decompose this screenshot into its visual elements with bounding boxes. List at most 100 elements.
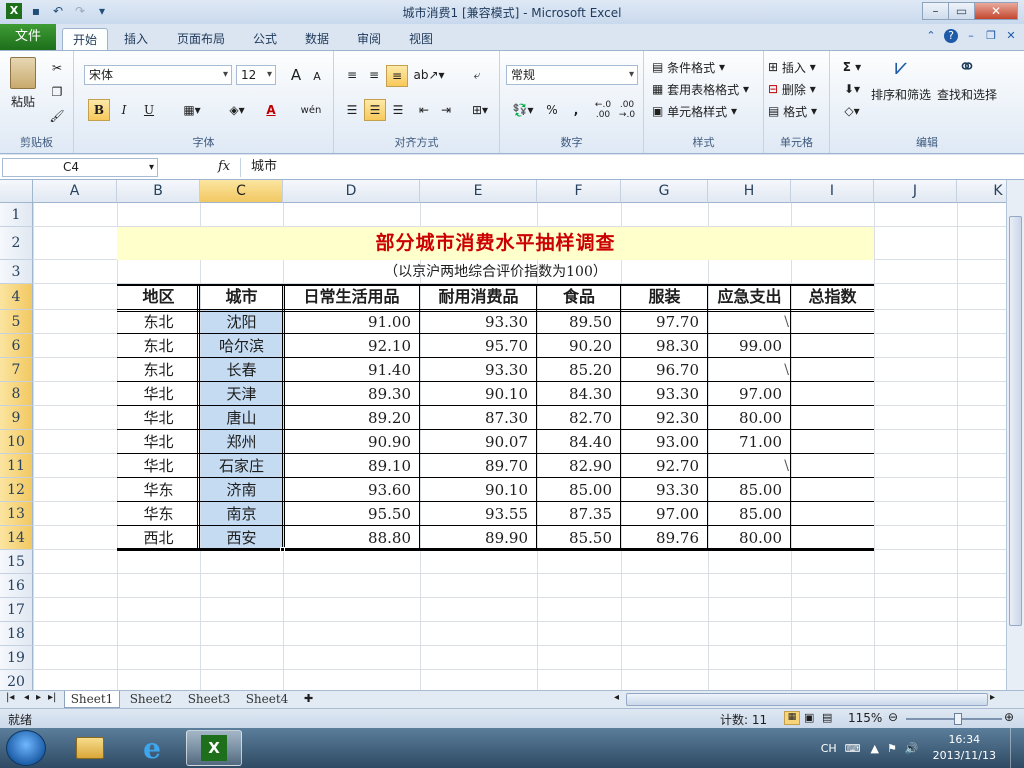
row-header-16[interactable]: 16 xyxy=(0,574,33,598)
merge-center-icon[interactable]: ⊞▾ xyxy=(466,99,494,121)
tab-file[interactable]: 文件 xyxy=(0,24,56,50)
table-cell[interactable]: 85.50 xyxy=(537,526,621,550)
column-header-k[interactable]: K xyxy=(957,180,1006,203)
hscroll-right-icon[interactable]: ▸ xyxy=(990,692,995,703)
font-size-combo[interactable]: 12 xyxy=(236,65,276,85)
sheet-nav-next-icon[interactable]: ▸ xyxy=(36,692,41,703)
borders-icon[interactable]: ▦▾ xyxy=(178,99,206,121)
horizontal-scroll-thumb[interactable] xyxy=(626,693,988,706)
help-icon[interactable]: ? xyxy=(944,29,958,43)
table-cell[interactable]: 93.30 xyxy=(420,358,537,382)
table-cell[interactable]: 华东 xyxy=(117,502,200,526)
sheet-nav-prev-icon[interactable]: ◂ xyxy=(24,692,29,703)
table-cell[interactable] xyxy=(791,406,874,430)
table-cell[interactable]: 98.30 xyxy=(621,334,708,358)
column-header-c[interactable]: C xyxy=(200,180,283,203)
table-cell[interactable]: 95.70 xyxy=(420,334,537,358)
zoom-in-icon[interactable]: ⊕ xyxy=(1004,710,1014,724)
sheet-nav-first-icon[interactable]: |◂ xyxy=(6,692,14,703)
column-label-cell[interactable]: 日常生活用品 xyxy=(283,284,420,310)
table-cell[interactable]: 93.30 xyxy=(621,478,708,502)
table-cell[interactable]: 99.00 xyxy=(708,334,791,358)
table-cell[interactable]: 华北 xyxy=(117,454,200,478)
table-cell[interactable] xyxy=(791,454,874,478)
table-cell[interactable]: 82.90 xyxy=(537,454,621,478)
table-cell[interactable]: 90.20 xyxy=(537,334,621,358)
start-button[interactable] xyxy=(6,730,46,766)
format-cells-button[interactable]: ▤ 格式 ▾ xyxy=(768,101,817,121)
column-header-a[interactable]: A xyxy=(33,180,117,203)
row-header-5[interactable]: 5 xyxy=(0,310,33,334)
row-header-18[interactable]: 18 xyxy=(0,622,33,646)
table-cell[interactable]: 郑州 xyxy=(200,430,283,454)
zoom-slider-thumb[interactable] xyxy=(954,713,962,725)
table-cell[interactable]: 87.30 xyxy=(420,406,537,430)
explorer-icon[interactable] xyxy=(62,730,118,766)
sheet-nav-last-icon[interactable]: ▸| xyxy=(48,692,56,703)
row-header-14[interactable]: 14 xyxy=(0,526,33,550)
tab-home[interactable]: 开始 xyxy=(62,28,108,50)
table-cell[interactable]: 84.30 xyxy=(537,382,621,406)
table-cell[interactable]: 西北 xyxy=(117,526,200,550)
underline-button[interactable]: U xyxy=(136,99,162,121)
format-as-table-button[interactable]: ▦ 套用表格格式 ▾ xyxy=(652,79,749,99)
table-cell[interactable]: 85.00 xyxy=(708,478,791,502)
table-cell[interactable]: 西安 xyxy=(200,526,283,550)
row-header-1[interactable]: 1 xyxy=(0,203,33,227)
column-header-e[interactable]: E xyxy=(420,180,537,203)
column-label-cell[interactable]: 食品 xyxy=(537,284,621,310)
sheet-tab-4[interactable]: Sheet4 xyxy=(240,691,294,708)
column-label-cell[interactable]: 服装 xyxy=(621,284,708,310)
paste-button[interactable]: 粘贴 xyxy=(6,57,40,110)
format-painter-icon[interactable]: 🖌 xyxy=(48,107,66,125)
tab-review[interactable]: 审阅 xyxy=(350,28,388,50)
table-cell[interactable]: 93.30 xyxy=(621,382,708,406)
row-header-10[interactable]: 10 xyxy=(0,430,33,454)
table-cell[interactable]: 90.90 xyxy=(283,430,420,454)
row-header-9[interactable]: 9 xyxy=(0,406,33,430)
table-cell[interactable]: 85.00 xyxy=(537,478,621,502)
column-label-cell[interactable]: 地区 xyxy=(117,284,200,310)
table-cell[interactable]: 93.00 xyxy=(621,430,708,454)
align-middle-icon[interactable]: ≡ xyxy=(364,65,384,85)
table-cell[interactable] xyxy=(791,358,874,382)
tab-page-layout[interactable]: 页面布局 xyxy=(170,28,232,50)
internet-explorer-icon[interactable]: e xyxy=(124,730,180,766)
table-cell[interactable]: 89.70 xyxy=(420,454,537,478)
align-center-icon[interactable]: ☰ xyxy=(364,99,386,121)
autosum-button[interactable]: Σ ▾ xyxy=(838,57,866,77)
close-button[interactable]: ✕ xyxy=(974,2,1018,20)
increase-decimal-button[interactable]: ←.0 .00 xyxy=(592,99,614,121)
maximize-button[interactable]: ▭ xyxy=(948,2,974,20)
formula-input[interactable]: 城市 xyxy=(240,158,1006,177)
table-cell[interactable] xyxy=(791,502,874,526)
row-header-12[interactable]: 12 xyxy=(0,478,33,502)
table-cell[interactable]: 93.30 xyxy=(420,310,537,334)
keyboard-icon[interactable]: ⌨ xyxy=(845,742,861,755)
grow-font-button[interactable]: A xyxy=(286,65,306,85)
row-header-3[interactable]: 3 xyxy=(0,260,33,284)
column-label-cell[interactable]: 耐用消费品 xyxy=(420,284,537,310)
sheet-tab-2[interactable]: Sheet2 xyxy=(124,691,178,708)
worksheet-grid[interactable]: A B C D E F G H I J K 1 2 3 4 5 6 7 8 9 10 11 12 13 14 15 16 17 18 19… xyxy=(0,180,1006,690)
table-cell[interactable]: 石家庄 xyxy=(200,454,283,478)
italic-button[interactable]: I xyxy=(114,99,134,121)
align-bottom-icon[interactable]: ≡ xyxy=(386,65,408,87)
increase-indent-icon[interactable]: ⇥ xyxy=(436,99,456,121)
insert-cells-button[interactable]: ⊞ 插入 ▾ xyxy=(768,57,816,77)
decrease-decimal-button[interactable]: .00 →.0 xyxy=(616,99,638,121)
table-cell[interactable] xyxy=(791,526,874,550)
font-color-button[interactable]: A xyxy=(256,99,286,121)
zoom-out-icon[interactable]: ⊖ xyxy=(888,710,898,724)
vertical-scroll-thumb[interactable] xyxy=(1009,216,1022,626)
table-cell[interactable] xyxy=(791,382,874,406)
column-header-g[interactable]: G xyxy=(621,180,708,203)
table-cell[interactable]: \ xyxy=(708,310,791,334)
normal-view-icon[interactable]: ▦ xyxy=(784,711,800,725)
tab-data[interactable]: 数据 xyxy=(298,28,336,50)
table-cell[interactable]: 80.00 xyxy=(708,406,791,430)
table-cell[interactable]: 长春 xyxy=(200,358,283,382)
column-header-h[interactable]: H xyxy=(708,180,791,203)
table-cell[interactable] xyxy=(791,478,874,502)
table-cell[interactable]: 89.30 xyxy=(283,382,420,406)
